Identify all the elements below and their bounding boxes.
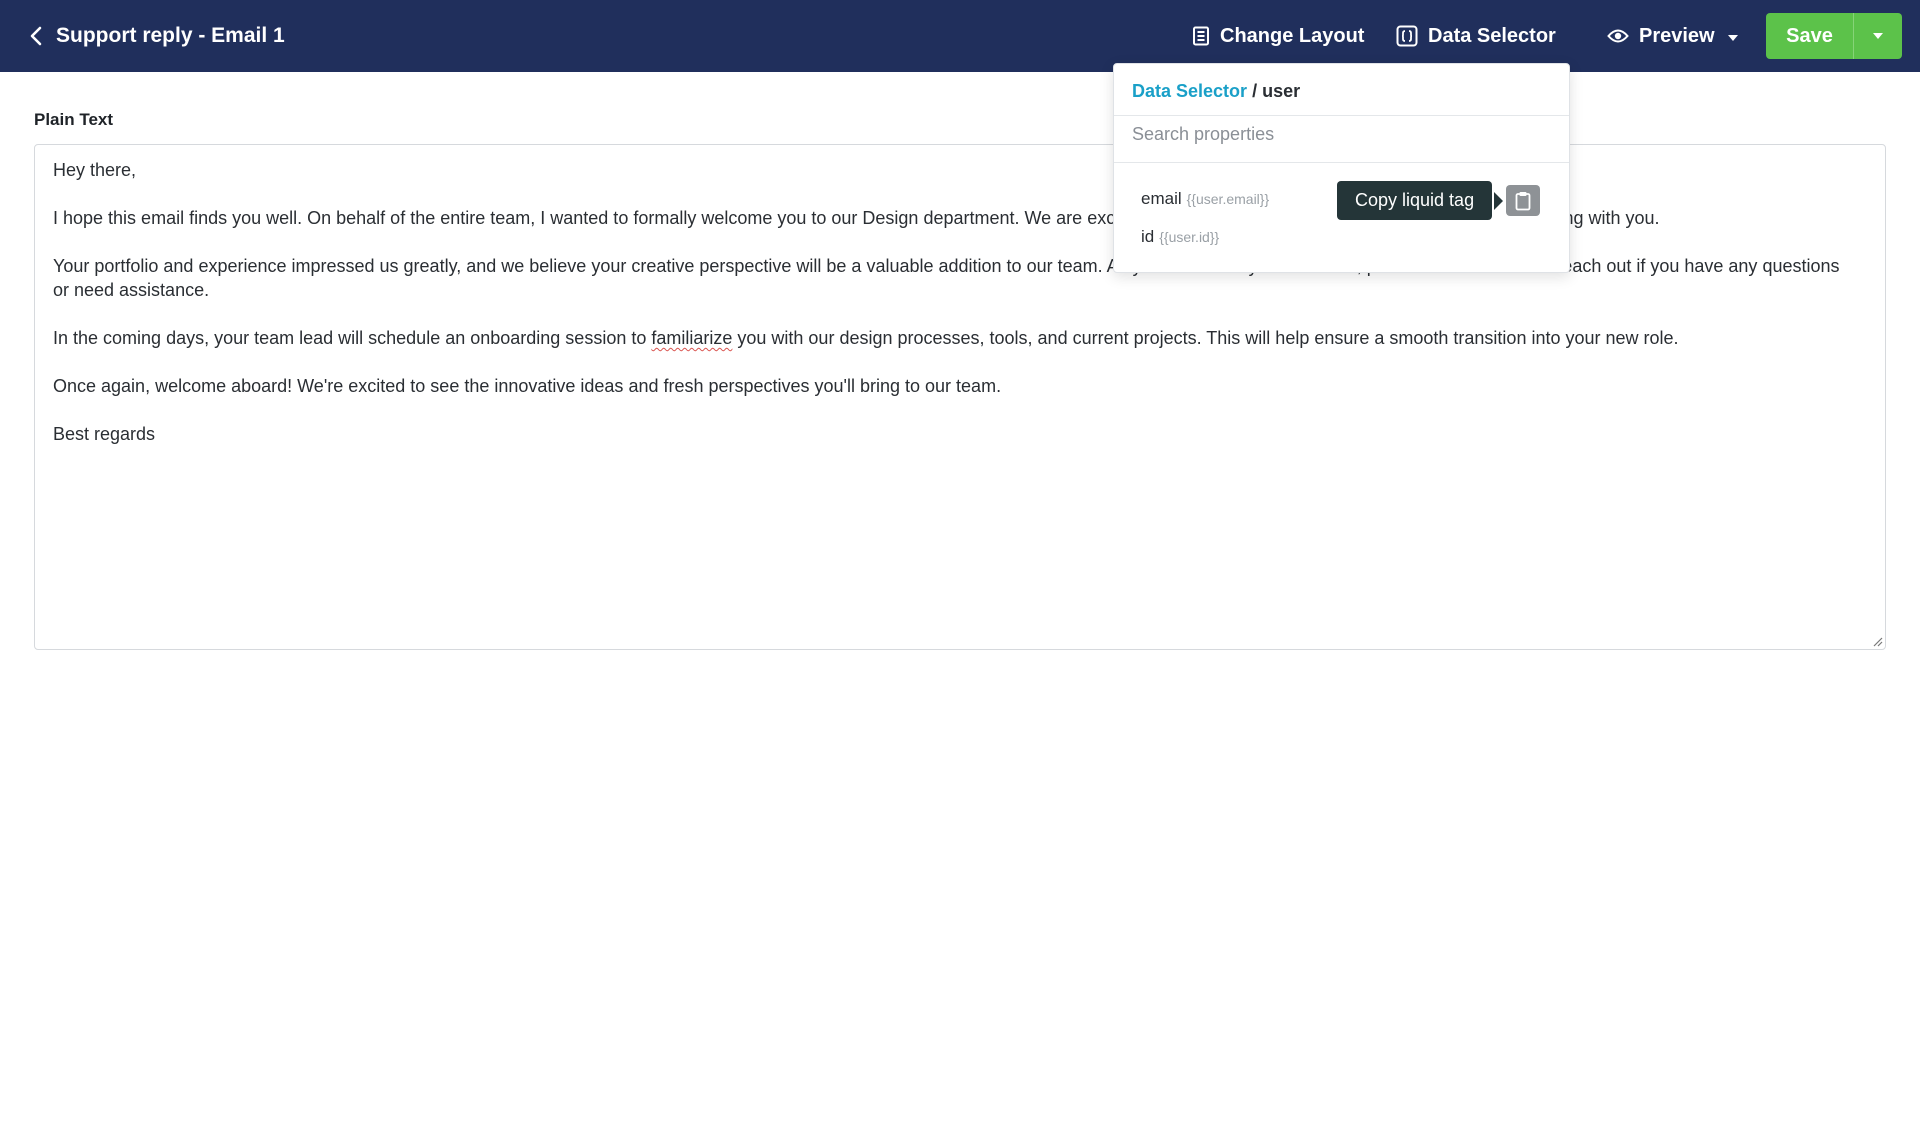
property-liquid-tag: {{user.id}}: [1159, 229, 1220, 245]
preview-label: Preview: [1639, 24, 1715, 47]
layout-icon: [1192, 26, 1210, 46]
paragraph: In the coming days, your team lead will …: [53, 326, 1853, 350]
clipboard-icon: [1515, 191, 1531, 210]
data-selector-button[interactable]: Data Selector: [1396, 22, 1556, 50]
paragraph: I hope this email finds you well. On beh…: [53, 208, 1660, 228]
paragraph-text: you with our design processes, tools, an…: [732, 328, 1679, 348]
paragraph: Hey there,: [53, 160, 137, 180]
property-name: email: [1141, 189, 1182, 208]
top-bar: Support reply - Email 1 Change Layout Da…: [0, 0, 1920, 72]
property-item-email[interactable]: email {{user.email}}: [1141, 189, 1269, 213]
data-selector-popover: Data Selector / user email {{user.email}…: [1113, 63, 1570, 273]
paragraph: Best regards: [53, 424, 156, 444]
resize-handle-icon[interactable]: [1871, 635, 1883, 647]
data-selector-label: Data Selector: [1428, 24, 1556, 47]
search-properties-input[interactable]: [1132, 116, 1552, 152]
copy-liquid-tag-button[interactable]: [1506, 185, 1540, 216]
property-name: id: [1141, 227, 1155, 246]
save-options-dropdown[interactable]: [1854, 13, 1902, 59]
breadcrumb-root-link[interactable]: Data Selector: [1132, 81, 1247, 101]
caret-down-icon: [1873, 33, 1883, 39]
breadcrumb-current: user: [1262, 81, 1301, 101]
editor-content[interactable]: Hey there, I hope this email finds you w…: [53, 158, 1853, 470]
property-liquid-tag: {{user.email}}: [1186, 191, 1270, 207]
paragraph-text: In the coming days, your team lead will …: [53, 328, 652, 348]
eye-icon: [1607, 28, 1629, 44]
breadcrumb-separator: /: [1247, 81, 1263, 101]
divider: [1114, 162, 1569, 163]
page-title: Support reply - Email 1: [56, 24, 285, 47]
copy-liquid-tag-tooltip: Copy liquid tag: [1337, 181, 1493, 220]
preview-button[interactable]: Preview: [1607, 22, 1739, 50]
property-item-id[interactable]: id {{user.id}}: [1141, 227, 1219, 251]
plain-text-editor[interactable]: Hey there, I hope this email finds you w…: [34, 144, 1886, 650]
misspelled-word[interactable]: familiarize: [651, 328, 732, 348]
change-layout-label: Change Layout: [1220, 24, 1365, 47]
braces-icon: [1396, 25, 1418, 47]
paragraph: Your portfolio and experience impressed …: [53, 256, 1840, 300]
tooltip-arrow: [1494, 192, 1503, 210]
chevron-left-icon: [30, 26, 42, 46]
back-button[interactable]: [26, 22, 46, 50]
change-layout-button[interactable]: Change Layout: [1192, 22, 1364, 50]
save-button[interactable]: Save: [1766, 13, 1853, 59]
paragraph: Once again, welcome aboard! We're excite…: [53, 376, 1002, 396]
save-button-group: Save: [1766, 13, 1902, 59]
caret-down-icon: [1727, 25, 1739, 48]
plain-text-label: Plain Text: [34, 110, 114, 129]
breadcrumb: Data Selector / user: [1132, 80, 1300, 102]
